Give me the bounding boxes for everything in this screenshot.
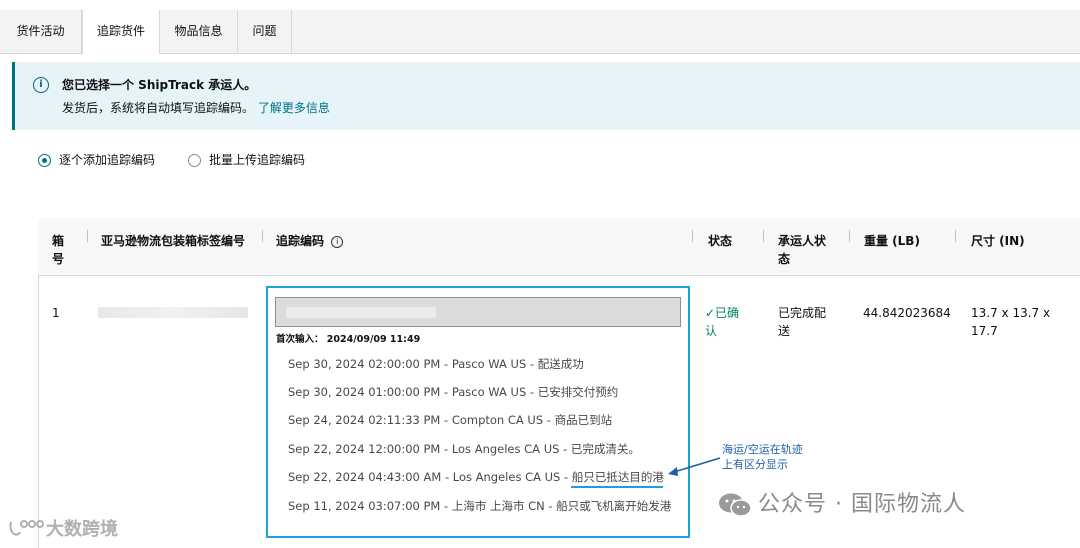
info-banner: i 您已选择一个 ShipTrack 承运人。 发货后，系统将自动填写追踪编码。… bbox=[12, 62, 1080, 130]
learn-more-link[interactable]: 了解更多信息 bbox=[258, 101, 330, 115]
wechat-watermark-text: 公众号 · 国际物流人 bbox=[758, 492, 966, 517]
radio-selected-icon[interactable] bbox=[38, 154, 51, 167]
header-label-no: 亚马逊物流包装箱标签编号 bbox=[101, 234, 246, 248]
cell-status: ✓已确认 bbox=[705, 306, 740, 338]
banner-message-text: 发货后，系统将自动填写追踪编码。 bbox=[62, 101, 255, 115]
tab-shipment-activity[interactable]: 货件活动 bbox=[0, 10, 82, 53]
banner-message: 发货后，系统将自动填写追踪编码。 了解更多信息 bbox=[62, 99, 330, 116]
tracking-event: Sep 22, 2024 12:00:00 PM - Los Angeles C… bbox=[288, 442, 640, 456]
banner-title: 您已选择一个 ShipTrack 承运人。 bbox=[62, 78, 257, 92]
brand-watermark-text: 大数跨境 bbox=[46, 519, 118, 540]
brand-watermark: 大数跨境 bbox=[8, 515, 118, 541]
header-separator bbox=[849, 230, 850, 242]
header-tracking-text: 追踪编码 bbox=[276, 234, 325, 248]
tracking-code-redacted bbox=[286, 307, 436, 318]
tab-bar: 货件活动 追踪货件 物品信息 问题 bbox=[0, 10, 1080, 54]
tab-track-shipment[interactable]: 追踪货件 bbox=[82, 10, 160, 54]
tracking-code-input[interactable] bbox=[275, 297, 681, 327]
annotation-arrow-icon bbox=[668, 457, 721, 476]
header-separator bbox=[87, 230, 88, 242]
radio-bulk-upload[interactable]: 批量上传追踪编码 bbox=[188, 151, 305, 168]
header-weight: 重量 (LB) bbox=[864, 234, 920, 248]
wechat-watermark: 公众号 · 国际物流人 bbox=[718, 486, 966, 518]
header-separator bbox=[763, 230, 764, 242]
header-box-no: 箱号 bbox=[52, 234, 65, 266]
radio-label: 逐个添加追踪编码 bbox=[59, 153, 156, 167]
tab-issues[interactable]: 问题 bbox=[238, 10, 292, 53]
first-input-time: 首次输入： 2024/09/09 11:49 bbox=[276, 334, 421, 345]
radio-add-one-by-one[interactable]: 逐个添加追踪编码 bbox=[38, 151, 155, 168]
annotation-note: 海运/空运在轨迹 上有区分显示 bbox=[722, 442, 803, 472]
tracking-event: Sep 24, 2024 02:11:33 PM - Compton CA US… bbox=[288, 413, 613, 427]
header-separator bbox=[692, 230, 693, 242]
cell-box-no: 1 bbox=[52, 306, 60, 320]
annotation-line-2: 上有区分显示 bbox=[722, 458, 788, 471]
tracking-event: Sep 30, 2024 01:00:00 PM - Pasco WA US -… bbox=[288, 385, 619, 399]
cell-weight: 44.842023684 bbox=[863, 306, 951, 320]
arrival-underline bbox=[571, 486, 663, 488]
header-separator bbox=[955, 230, 956, 242]
header-tracking: 追踪编码 i bbox=[276, 232, 344, 250]
header-separator bbox=[262, 230, 263, 242]
header-status: 状态 bbox=[708, 234, 733, 248]
table-header: 箱号 亚马逊物流包装箱标签编号 追踪编码 i 状态 承运人状态 重量 (LB) … bbox=[38, 218, 1080, 276]
cell-carrier-status: 已完成配送 bbox=[778, 306, 827, 338]
tracking-event: Sep 11, 2024 03:07:00 PM - 上海市 上海市 CN - … bbox=[288, 499, 672, 513]
cell-label-no-redacted bbox=[98, 307, 248, 318]
info-icon[interactable]: i bbox=[331, 236, 344, 248]
header-carrier-status: 承运人状态 bbox=[778, 234, 827, 266]
tracking-event: Sep 30, 2024 02:00:00 PM - Pasco WA US -… bbox=[288, 357, 584, 371]
info-icon: i bbox=[33, 77, 49, 93]
wechat-icon bbox=[719, 493, 752, 517]
radio-unselected-icon[interactable] bbox=[188, 154, 201, 167]
radio-label: 批量上传追踪编码 bbox=[209, 153, 306, 167]
annotation-line-1: 海运/空运在轨迹 bbox=[722, 443, 803, 456]
brand-logo-icon bbox=[9, 520, 44, 536]
tracking-event: Sep 22, 2024 04:43:00 AM - Los Angeles C… bbox=[288, 470, 664, 484]
header-dimensions: 尺寸 (IN) bbox=[971, 234, 1025, 248]
tab-item-info[interactable]: 物品信息 bbox=[160, 10, 238, 53]
cell-dimensions: 13.7 x 13.7 x 17.7 bbox=[971, 306, 1051, 338]
